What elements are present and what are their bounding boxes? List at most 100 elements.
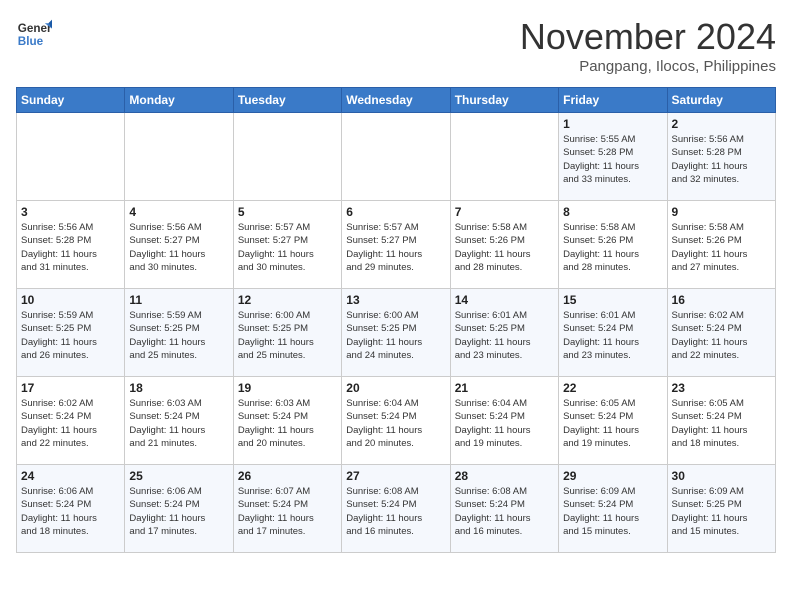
day-info: Sunrise: 5:56 AM Sunset: 5:28 PM Dayligh… — [672, 133, 771, 186]
day-info: Sunrise: 6:03 AM Sunset: 5:24 PM Dayligh… — [238, 397, 337, 450]
day-number: 12 — [238, 293, 337, 307]
month-title: November 2024 — [520, 16, 776, 58]
day-info: Sunrise: 5:59 AM Sunset: 5:25 PM Dayligh… — [129, 309, 228, 362]
day-info: Sunrise: 5:58 AM Sunset: 5:26 PM Dayligh… — [672, 221, 771, 274]
day-number: 6 — [346, 205, 445, 219]
calendar-cell: 14Sunrise: 6:01 AM Sunset: 5:25 PM Dayli… — [450, 289, 558, 377]
calendar-week-4: 17Sunrise: 6:02 AM Sunset: 5:24 PM Dayli… — [17, 377, 776, 465]
calendar-cell: 13 Sunrise: 6:00 AM Sunset: 5:25 PM Dayli… — [342, 289, 450, 377]
day-number: 21 — [455, 381, 554, 395]
day-info: Sunrise: 6:05 AM Sunset: 5:24 PM Dayligh… — [672, 397, 771, 450]
day-info: Sunrise: 6:06 AM Sunset: 5:24 PM Dayligh… — [129, 485, 228, 538]
calendar-cell — [342, 113, 450, 201]
day-info: Sunrise: 5:56 AM Sunset: 5:27 PM Dayligh… — [129, 221, 228, 274]
day-number: 27 — [346, 469, 445, 483]
day-info: Sunrise: 6:00 AM Sunset: 5:25 PM Dayligh… — [346, 309, 445, 362]
day-number: 30 — [672, 469, 771, 483]
day-number: 16 — [672, 293, 771, 307]
weekday-header-friday: Friday — [559, 88, 667, 113]
calendar-cell: 5 Sunrise: 5:57 AM Sunset: 5:27 PM Daylig… — [233, 201, 341, 289]
calendar-cell: 2Sunrise: 5:56 AM Sunset: 5:28 PM Daylig… — [667, 113, 775, 201]
weekday-header-wednesday: Wednesday — [342, 88, 450, 113]
calendar-cell: 10 Sunrise: 5:59 AM Sunset: 5:25 PM Dayli… — [17, 289, 125, 377]
calendar-cell: 6 Sunrise: 5:57 AM Sunset: 5:27 PM Daylig… — [342, 201, 450, 289]
day-number: 4 — [129, 205, 228, 219]
day-info: Sunrise: 6:01 AM Sunset: 5:24 PM Dayligh… — [563, 309, 662, 362]
calendar-cell: 11Sunrise: 5:59 AM Sunset: 5:25 PM Dayli… — [125, 289, 233, 377]
day-info: Sunrise: 6:02 AM Sunset: 5:24 PM Dayligh… — [672, 309, 771, 362]
calendar-cell: 23 Sunrise: 6:05 AM Sunset: 5:24 PM Dayli… — [667, 377, 775, 465]
page-header: General Blue November 2024 Pangpang, Ilo… — [16, 16, 776, 75]
calendar-cell: 1Sunrise: 5:55 AM Sunset: 5:28 PM Daylig… — [559, 113, 667, 201]
day-number: 13 — [346, 293, 445, 307]
calendar-cell: 27 Sunrise: 6:08 AM Sunset: 5:24 PM Dayli… — [342, 465, 450, 553]
day-info: Sunrise: 5:57 AM Sunset: 5:27 PM Dayligh… — [238, 221, 337, 274]
calendar-cell: 15 Sunrise: 6:01 AM Sunset: 5:24 PM Dayli… — [559, 289, 667, 377]
calendar-cell: 29 Sunrise: 6:09 AM Sunset: 5:24 PM Dayli… — [559, 465, 667, 553]
day-number: 15 — [563, 293, 662, 307]
day-number: 5 — [238, 205, 337, 219]
day-info: Sunrise: 6:06 AM Sunset: 5:24 PM Dayligh… — [21, 485, 120, 538]
calendar-cell: 12 Sunrise: 6:00 AM Sunset: 5:25 PM Dayli… — [233, 289, 341, 377]
day-number: 29 — [563, 469, 662, 483]
calendar-cell: 18 Sunrise: 6:03 AM Sunset: 5:24 PM Dayli… — [125, 377, 233, 465]
title-block: November 2024 Pangpang, Ilocos, Philippi… — [520, 16, 776, 75]
calendar-cell: 22 Sunrise: 6:05 AM Sunset: 5:24 PM Dayli… — [559, 377, 667, 465]
day-number: 22 — [563, 381, 662, 395]
weekday-header-row: SundayMondayTuesdayWednesdayThursdayFrid… — [17, 88, 776, 113]
day-info: Sunrise: 5:59 AM Sunset: 5:25 PM Dayligh… — [21, 309, 120, 362]
calendar-week-5: 24 Sunrise: 6:06 AM Sunset: 5:24 PM Dayli… — [17, 465, 776, 553]
day-info: Sunrise: 5:57 AM Sunset: 5:27 PM Dayligh… — [346, 221, 445, 274]
calendar-cell: 28Sunrise: 6:08 AM Sunset: 5:24 PM Dayli… — [450, 465, 558, 553]
calendar-cell: 30 Sunrise: 6:09 AM Sunset: 5:25 PM Dayli… — [667, 465, 775, 553]
calendar-cell — [450, 113, 558, 201]
calendar-cell: 25 Sunrise: 6:06 AM Sunset: 5:24 PM Dayli… — [125, 465, 233, 553]
calendar-cell: 3Sunrise: 5:56 AM Sunset: 5:28 PM Daylig… — [17, 201, 125, 289]
day-number: 1 — [563, 117, 662, 131]
weekday-header-monday: Monday — [125, 88, 233, 113]
calendar-cell — [233, 113, 341, 201]
calendar-cell: 24 Sunrise: 6:06 AM Sunset: 5:24 PM Dayli… — [17, 465, 125, 553]
day-info: Sunrise: 5:58 AM Sunset: 5:26 PM Dayligh… — [455, 221, 554, 274]
day-number: 8 — [563, 205, 662, 219]
day-info: Sunrise: 6:08 AM Sunset: 5:24 PM Dayligh… — [346, 485, 445, 538]
day-info: Sunrise: 6:03 AM Sunset: 5:24 PM Dayligh… — [129, 397, 228, 450]
logo: General Blue — [16, 16, 52, 52]
logo-icon: General Blue — [16, 16, 52, 52]
calendar-cell: 26 Sunrise: 6:07 AM Sunset: 5:24 PM Dayli… — [233, 465, 341, 553]
day-number: 18 — [129, 381, 228, 395]
day-info: Sunrise: 6:09 AM Sunset: 5:25 PM Dayligh… — [672, 485, 771, 538]
day-info: Sunrise: 5:58 AM Sunset: 5:26 PM Dayligh… — [563, 221, 662, 274]
calendar-table: SundayMondayTuesdayWednesdayThursdayFrid… — [16, 87, 776, 553]
day-number: 26 — [238, 469, 337, 483]
calendar-cell: 9 Sunrise: 5:58 AM Sunset: 5:26 PM Daylig… — [667, 201, 775, 289]
weekday-header-saturday: Saturday — [667, 88, 775, 113]
day-info: Sunrise: 6:09 AM Sunset: 5:24 PM Dayligh… — [563, 485, 662, 538]
day-number: 9 — [672, 205, 771, 219]
weekday-header-sunday: Sunday — [17, 88, 125, 113]
day-number: 24 — [21, 469, 120, 483]
day-number: 20 — [346, 381, 445, 395]
day-info: Sunrise: 6:04 AM Sunset: 5:24 PM Dayligh… — [455, 397, 554, 450]
calendar-cell: 4 Sunrise: 5:56 AM Sunset: 5:27 PM Daylig… — [125, 201, 233, 289]
day-info: Sunrise: 6:05 AM Sunset: 5:24 PM Dayligh… — [563, 397, 662, 450]
calendar-week-3: 10 Sunrise: 5:59 AM Sunset: 5:25 PM Dayli… — [17, 289, 776, 377]
calendar-cell: 17Sunrise: 6:02 AM Sunset: 5:24 PM Dayli… — [17, 377, 125, 465]
calendar-cell: 20Sunrise: 6:04 AM Sunset: 5:24 PM Dayli… — [342, 377, 450, 465]
day-number: 25 — [129, 469, 228, 483]
svg-text:Blue: Blue — [18, 35, 44, 48]
calendar-cell — [125, 113, 233, 201]
day-info: Sunrise: 6:00 AM Sunset: 5:25 PM Dayligh… — [238, 309, 337, 362]
day-info: Sunrise: 6:07 AM Sunset: 5:24 PM Dayligh… — [238, 485, 337, 538]
day-number: 7 — [455, 205, 554, 219]
location-title: Pangpang, Ilocos, Philippines — [520, 58, 776, 75]
day-number: 23 — [672, 381, 771, 395]
calendar-cell: 8 Sunrise: 5:58 AM Sunset: 5:26 PM Daylig… — [559, 201, 667, 289]
day-info: Sunrise: 6:02 AM Sunset: 5:24 PM Dayligh… — [21, 397, 120, 450]
day-info: Sunrise: 5:56 AM Sunset: 5:28 PM Dayligh… — [21, 221, 120, 274]
calendar-cell: 21 Sunrise: 6:04 AM Sunset: 5:24 PM Dayli… — [450, 377, 558, 465]
day-number: 28 — [455, 469, 554, 483]
calendar-cell: 16 Sunrise: 6:02 AM Sunset: 5:24 PM Dayli… — [667, 289, 775, 377]
day-number: 10 — [21, 293, 120, 307]
calendar-week-2: 3Sunrise: 5:56 AM Sunset: 5:28 PM Daylig… — [17, 201, 776, 289]
